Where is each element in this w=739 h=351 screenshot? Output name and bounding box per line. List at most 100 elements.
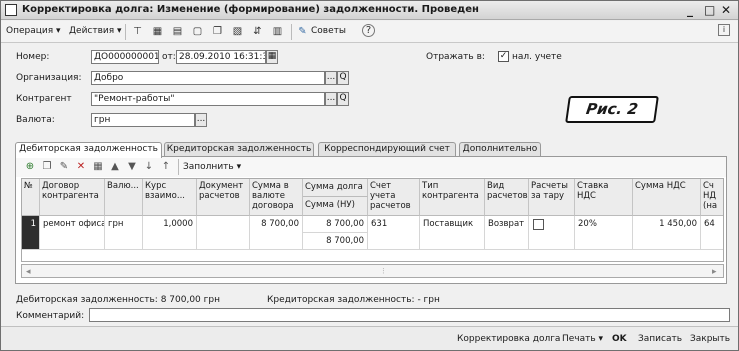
currency-select-button[interactable]: ...	[195, 113, 207, 127]
document-window: Корректировка долга: Изменение (формиров…	[0, 0, 739, 351]
number-label: Номер:	[16, 52, 50, 62]
column-header-barter[interactable]: Расчеты за тару	[529, 179, 575, 216]
post-icon[interactable]: ▦	[150, 24, 165, 39]
document-based-icon[interactable]: ▢	[190, 24, 205, 39]
tab-additional[interactable]: Дополнительно	[459, 142, 541, 157]
column-header-vat-sum[interactable]: Сумма НДС	[633, 179, 701, 216]
move-down-icon[interactable]: ▼	[125, 160, 139, 174]
column-header-vat-rate[interactable]: Ставка НДС	[575, 179, 633, 216]
close-form-button[interactable]: Закрыть	[690, 333, 730, 345]
tab-corresponding-account[interactable]: Корреспондирующий счет	[318, 142, 456, 157]
column-header-sum-currency[interactable]: Сумма в валюте договора	[250, 179, 303, 216]
ok-button[interactable]: OK	[612, 333, 627, 345]
maximize-button[interactable]: □	[704, 2, 715, 18]
window-title: Корректировка долга: Изменение (формиров…	[22, 4, 479, 15]
receivables-table: № Договор контрагента Валю... Курс взаим…	[21, 178, 724, 262]
toolbar: Операция ▾ Действия ▾ ⊤ ▦ ▤ ▢ ❐ ▧ ⇵ ▥ ✎ …	[1, 21, 738, 43]
date-field[interactable]: 28.09.2010 16:31:31	[176, 50, 266, 64]
copy-icon[interactable]: ❐	[210, 24, 225, 39]
print-menu[interactable]: Печать ▾	[562, 333, 603, 345]
column-header-num[interactable]: №	[22, 179, 40, 216]
actions-menu[interactable]: Действия ▾	[69, 25, 122, 38]
column-header-rate[interactable]: Курс взаимо...	[143, 179, 197, 216]
horizontal-scrollbar[interactable]: ◂ ⁝ ▸	[21, 264, 724, 278]
debit-total-label: Дебиторская задолженность: 8 700,00 грн	[16, 295, 220, 305]
table-cell-currency[interactable]: грн	[105, 216, 143, 250]
table-cell-sum-nu[interactable]: 8 700,00	[303, 233, 368, 250]
scroll-thumb-grip[interactable]: ⁝	[382, 266, 385, 278]
organization-open-icon[interactable]: Q	[337, 71, 349, 85]
calendar-icon[interactable]: ▦	[266, 50, 278, 64]
advice-button[interactable]: Советы	[311, 25, 346, 38]
add-row-icon[interactable]: ⊕	[23, 160, 37, 174]
comment-label: Комментарий:	[16, 311, 85, 321]
table-cell-sum-debt[interactable]: 8 700,00	[303, 216, 368, 233]
organization-select-button[interactable]: ...	[325, 71, 337, 85]
scroll-left-icon[interactable]: ◂	[26, 266, 31, 278]
table-cell-sum-currency[interactable]: 8 700,00	[250, 216, 303, 250]
title-bar: Корректировка долга: Изменение (формиров…	[1, 1, 738, 20]
close-button[interactable]: ✕	[721, 2, 731, 18]
table-cell-settlement-kind[interactable]: Возврат	[485, 216, 529, 250]
report-icon[interactable]: ▥	[270, 24, 285, 39]
date-label: от:	[162, 52, 176, 62]
contractor-label: Контрагент	[16, 94, 72, 104]
column-header-sum-debt[interactable]: Сумма долга	[303, 179, 368, 197]
column-header-contractor-type[interactable]: Тип контрагента	[420, 179, 485, 216]
print-form-button[interactable]: Корректировка долга	[457, 333, 560, 345]
table-cell-vat-sum[interactable]: 1 450,00	[633, 216, 701, 250]
grid-toolbar: ⊕ ❐ ✎ ✕ ▦ ▲ ▼ ↓ ↑ Заполнить ▾	[16, 157, 726, 177]
journal-icon[interactable]: ▤	[170, 24, 185, 39]
credit-total-label: Кредиторская задолженность: - грн	[267, 295, 440, 305]
sort-desc-icon[interactable]: ↑	[159, 160, 173, 174]
table-cell-account[interactable]: 631	[368, 216, 420, 250]
edit-row-icon[interactable]: ✎	[57, 160, 71, 174]
contractor-field[interactable]: "Ремонт-работы"	[91, 92, 325, 106]
contractor-select-button[interactable]: ...	[325, 92, 337, 106]
table-cell-rate[interactable]: 1,0000	[143, 216, 197, 250]
delete-row-icon[interactable]: ✕	[74, 160, 88, 174]
comment-field[interactable]	[89, 308, 730, 322]
table-cell-vat-account[interactable]: 64	[701, 216, 723, 250]
number-field[interactable]: ДО000000001	[91, 50, 159, 64]
contractor-open-icon[interactable]: Q	[337, 92, 349, 106]
column-header-document[interactable]: Документ расчетов	[197, 179, 250, 216]
currency-field[interactable]: грн	[91, 113, 195, 127]
column-header-contract[interactable]: Договор контрагента	[40, 179, 105, 216]
column-header-vat-account[interactable]: Сч НД (на	[701, 179, 723, 216]
fill-button[interactable]: Заполнить ▾	[183, 161, 241, 173]
table-cell-document[interactable]	[197, 216, 250, 250]
barter-checkbox[interactable]	[533, 219, 544, 230]
operation-menu[interactable]: Операция ▾	[6, 25, 61, 38]
organization-field[interactable]: Добро	[91, 71, 325, 85]
transfer-icon[interactable]: ⇵	[250, 24, 265, 39]
currency-label: Валюта:	[16, 115, 55, 125]
column-header-sum-nu[interactable]: Сумма (НУ)	[303, 197, 368, 216]
copy-row-icon[interactable]: ❐	[40, 160, 54, 174]
document-icon	[5, 4, 17, 16]
info-icon[interactable]: i	[718, 24, 730, 36]
edit-doc-icon[interactable]: ▧	[230, 24, 245, 39]
column-header-settlement-kind[interactable]: Вид расчетов	[485, 179, 529, 216]
row-number-cell[interactable]: 1	[22, 216, 40, 250]
table-cell-vat-rate[interactable]: 20%	[575, 216, 633, 250]
tab-receivables[interactable]: Дебиторская задолженность	[15, 142, 162, 158]
help-icon[interactable]: ?	[362, 24, 375, 37]
mgmt-accounting-label: нал. учете	[512, 52, 562, 62]
scroll-right-icon[interactable]: ▸	[712, 266, 717, 278]
mgmt-accounting-checkbox[interactable]: ✓	[498, 51, 509, 62]
minimize-button[interactable]: _	[687, 2, 693, 18]
table-cell-contract[interactable]: ремонт офиса	[40, 216, 105, 250]
column-header-currency[interactable]: Валю...	[105, 179, 143, 216]
move-up-icon[interactable]: ▲	[108, 160, 122, 174]
table-cell-contractor-type[interactable]: Поставщик	[420, 216, 485, 250]
save-button[interactable]: Записать	[638, 333, 682, 345]
end-edit-icon[interactable]: ▦	[91, 160, 105, 174]
tab-payables[interactable]: Кредиторская задолженность	[164, 142, 314, 157]
sort-asc-icon[interactable]: ↓	[142, 160, 156, 174]
advice-icon[interactable]: ✎	[295, 24, 310, 39]
column-header-account[interactable]: Счет учета расчетов	[368, 179, 420, 216]
structure-icon[interactable]: ⊤	[130, 24, 145, 39]
figure-annotation: Рис. 2	[565, 96, 659, 123]
toolbar-divider	[291, 24, 292, 40]
